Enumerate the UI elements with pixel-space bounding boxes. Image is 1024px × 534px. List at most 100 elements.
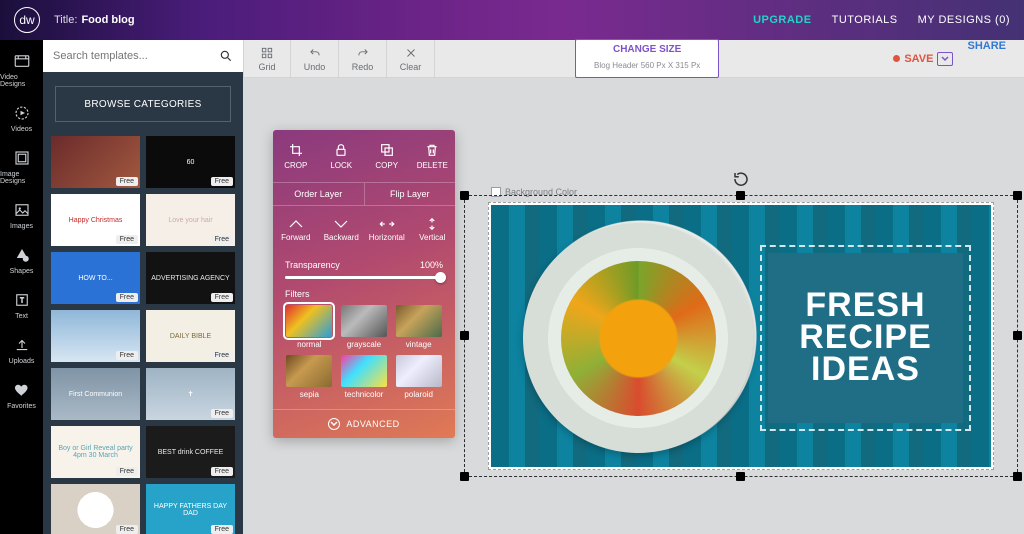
mydesigns-link[interactable]: MY DESIGNS (0) (918, 14, 1010, 26)
free-tag: Free (211, 409, 233, 418)
flip-vertical-button[interactable]: Vertical (410, 206, 456, 252)
copy-button[interactable]: COPY (364, 130, 410, 182)
forward-button[interactable]: Forward (273, 206, 319, 252)
template-thumb[interactable]: Free (51, 136, 140, 188)
chevron-down-icon (328, 418, 340, 430)
unsaved-indicator-icon (893, 55, 900, 62)
search-row (43, 40, 243, 72)
clear-button[interactable]: Clear (387, 40, 435, 77)
backward-button[interactable]: Backward (319, 206, 365, 252)
resize-handle-mr[interactable] (1013, 331, 1022, 340)
filter-swatch (396, 355, 442, 387)
undo-button[interactable]: Undo (291, 40, 339, 77)
tutorials-link[interactable]: TUTORIALS (832, 14, 898, 26)
share-button[interactable]: SHARE (967, 40, 1006, 77)
free-tag: Free (211, 235, 233, 244)
template-thumb[interactable]: ✝Free (146, 368, 235, 420)
grid-button[interactable]: Grid (243, 40, 291, 77)
transparency-slider[interactable] (285, 276, 443, 279)
filter-label: polaroid (404, 390, 432, 399)
resize-handle-bl[interactable] (460, 472, 469, 481)
filter-label: technicolor (345, 390, 384, 399)
title-label: Title: (54, 14, 77, 26)
rail-videos[interactable]: Videos (0, 98, 43, 139)
flip-layer-heading: Flip Layer (365, 183, 456, 205)
free-tag: Free (116, 525, 138, 534)
template-thumb[interactable]: Boy or Girl Reveal party 4pm 30 MarchFre… (51, 426, 140, 478)
template-thumb[interactable]: Happy ChristmasFree (51, 194, 140, 246)
filter-normal[interactable]: normal (285, 305, 334, 349)
save-dropdown-icon[interactable] (937, 52, 953, 66)
rail-video-designs[interactable]: Video Designs (0, 46, 43, 94)
free-tag: Free (211, 351, 233, 360)
free-tag: Free (116, 235, 138, 244)
free-tag: Free (116, 351, 138, 360)
image-context-panel: CROP LOCK COPY DELETE Order Layer Flip L… (273, 130, 455, 438)
order-layer-heading: Order Layer (273, 183, 365, 205)
filter-label: normal (297, 340, 321, 349)
template-thumb[interactable]: 60Free (146, 136, 235, 188)
transparency-label: Transparency (285, 260, 340, 270)
template-thumb[interactable]: HAPPY FATHERS DAY DADFree (146, 484, 235, 534)
rail-text[interactable]: Text (0, 285, 43, 326)
filter-grid: normal grayscale vintage sepia technicolor po… (285, 305, 443, 399)
template-thumb[interactable]: Free (51, 484, 140, 534)
save-button[interactable]: SAVE (893, 40, 953, 77)
resize-handle-ml[interactable] (460, 331, 469, 340)
rail-image-designs[interactable]: Image Designs (0, 143, 43, 191)
filter-polaroid[interactable]: polaroid (394, 355, 443, 399)
search-icon[interactable] (219, 49, 233, 63)
filter-sepia[interactable]: sepia (285, 355, 334, 399)
filter-swatch (286, 305, 332, 337)
resize-handle-tl[interactable] (460, 191, 469, 200)
slider-knob[interactable] (435, 272, 446, 283)
template-thumb[interactable]: Free (51, 310, 140, 362)
template-thumb[interactable]: BEST drink COFFEEFree (146, 426, 235, 478)
template-thumb[interactable]: Love your hairFree (146, 194, 235, 246)
free-tag: Free (116, 177, 138, 186)
advanced-toggle[interactable]: ADVANCED (273, 409, 455, 438)
change-size-button[interactable]: CHANGE SIZE Blog Header 560 Px X 315 Px (575, 39, 719, 78)
filter-grayscale[interactable]: grayscale (340, 305, 389, 349)
delete-button[interactable]: DELETE (410, 130, 456, 182)
resize-handle-tm[interactable] (736, 191, 745, 200)
app-logo[interactable]: dw (14, 7, 40, 33)
free-tag: Free (116, 293, 138, 302)
flip-horizontal-button[interactable]: Horizontal (364, 206, 410, 252)
free-tag: Free (211, 177, 233, 186)
free-tag: Free (211, 293, 233, 302)
lock-button[interactable]: LOCK (319, 130, 365, 182)
redo-button[interactable]: Redo (339, 40, 387, 77)
upgrade-link[interactable]: UPGRADE (753, 14, 812, 26)
free-tag: Free (211, 467, 233, 476)
rail-uploads[interactable]: Uploads (0, 330, 43, 371)
title-value[interactable]: Food blog (81, 14, 134, 26)
rotate-handle[interactable] (731, 169, 751, 189)
free-tag: Free (211, 525, 233, 534)
template-thumb[interactable]: DAILY BIBLEFree (146, 310, 235, 362)
template-thumb[interactable]: HOW TO...Free (51, 252, 140, 304)
resize-handle-bm[interactable] (736, 472, 745, 481)
template-thumb[interactable]: ADVERTISING AGENCYFree (146, 252, 235, 304)
resize-handle-br[interactable] (1013, 472, 1022, 481)
main-toolbar: Grid Undo Redo Clear CHANGE SIZE Blog He… (243, 40, 1024, 78)
rail-favorites[interactable]: Favorites (0, 375, 43, 416)
template-grid: Free60FreeHappy ChristmasFreeLove your h… (43, 136, 243, 534)
crop-button[interactable]: CROP (273, 130, 319, 182)
left-rail: Video Designs Videos Image Designs Image… (0, 40, 43, 534)
resize-handle-tr[interactable] (1013, 191, 1022, 200)
rail-shapes[interactable]: Shapes (0, 240, 43, 281)
filter-technicolor[interactable]: technicolor (340, 355, 389, 399)
filter-vintage[interactable]: vintage (394, 305, 443, 349)
rail-images[interactable]: Images (0, 195, 43, 236)
template-thumb[interactable]: First Communion (51, 368, 140, 420)
filter-swatch (341, 305, 387, 337)
app-header: dw Title: Food blog UPGRADE TUTORIALS MY… (0, 0, 1024, 40)
design-frame[interactable]: Background Color FRESH RECIPE IDEAS (488, 202, 994, 470)
free-tag: Free (116, 467, 138, 476)
browse-categories-button[interactable]: BROWSE CATEGORIES (55, 86, 231, 122)
filter-label: vintage (406, 340, 432, 349)
filter-swatch (341, 355, 387, 387)
search-input[interactable] (53, 50, 219, 62)
canvas-area[interactable]: CROP LOCK COPY DELETE Order Layer Flip L… (243, 78, 1024, 534)
